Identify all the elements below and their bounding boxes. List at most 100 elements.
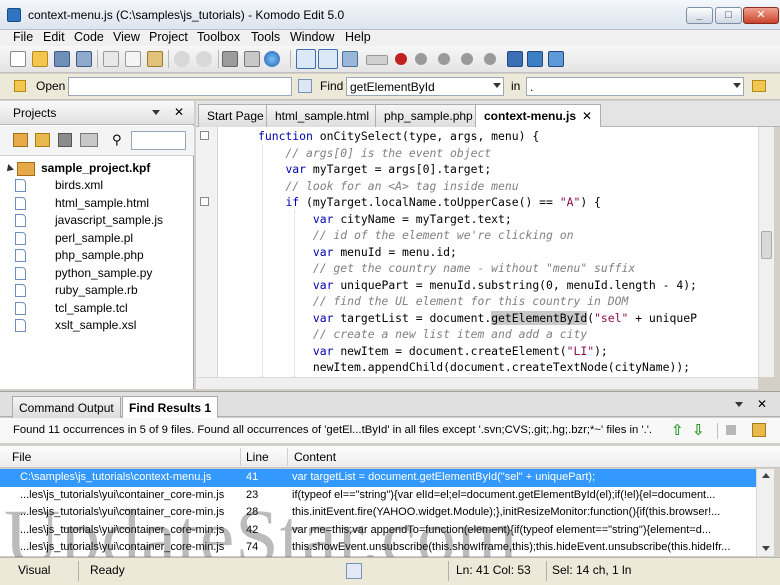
title-bar: context-menu.js (C:\samples\js_tutorials… <box>0 0 780 30</box>
close-tab-icon[interactable]: ✕ <box>582 109 592 123</box>
paste-icon[interactable] <box>147 51 163 67</box>
close-pane-icon[interactable]: ✕ <box>174 105 184 119</box>
chevron-down-icon[interactable] <box>733 83 741 88</box>
result-row[interactable]: ...les\js_tutorials\yui\container_core-m… <box>0 487 756 505</box>
scroll-up-icon[interactable] <box>762 473 770 478</box>
status-mode[interactable]: Visual <box>18 563 50 577</box>
toolbox-icon[interactable] <box>507 51 523 67</box>
editor-vertical-scrollbar[interactable] <box>758 127 774 377</box>
menu-project[interactable]: Project <box>149 30 188 44</box>
stop-search-icon[interactable] <box>726 425 736 435</box>
encoding-icon[interactable] <box>346 563 362 579</box>
browse-folder-icon[interactable] <box>752 80 766 92</box>
menu-file[interactable]: File <box>13 30 33 44</box>
save-all-icon[interactable] <box>76 51 92 67</box>
chevron-down-icon[interactable] <box>735 402 743 407</box>
project-file-item[interactable]: python_sample.py <box>15 265 152 282</box>
tab-html-sample[interactable]: html_sample.html <box>266 104 379 127</box>
close-pane-icon[interactable]: ✕ <box>757 397 767 411</box>
open-input[interactable] <box>68 77 292 96</box>
result-row[interactable]: ...les\js_tutorials\yui\container_core-m… <box>0 522 756 540</box>
project-menu-icon[interactable] <box>80 133 98 147</box>
code-token: cityName = myTarget.text; <box>340 211 512 226</box>
fold-marker-icon[interactable] <box>200 131 209 140</box>
results-scrollbar[interactable] <box>756 469 774 556</box>
scrollbar-thumb[interactable] <box>761 231 772 259</box>
code-token: onCitySelect(type, args, menu) { <box>319 129 540 143</box>
browser-preview-icon[interactable] <box>264 51 280 67</box>
cut-icon[interactable] <box>103 51 119 67</box>
menu-view[interactable]: View <box>113 30 140 44</box>
result-row[interactable]: C:\samples\js_tutorials\context-menu.js … <box>0 469 756 487</box>
column-line[interactable]: Line <box>246 450 269 464</box>
result-row[interactable]: ...les\js_tutorials\yui\container_core-m… <box>0 539 756 556</box>
scroll-down-icon[interactable] <box>762 546 770 551</box>
copy-icon[interactable] <box>125 51 141 67</box>
close-window-button[interactable]: ✕ <box>743 7 779 24</box>
project-file-item[interactable]: perl_sample.pl <box>15 230 133 247</box>
editor-horizontal-scrollbar[interactable] <box>196 377 758 389</box>
save-macro-icon[interactable] <box>484 53 496 65</box>
chevron-down-icon[interactable] <box>493 83 501 88</box>
new-file-icon[interactable] <box>10 51 26 67</box>
save-icon[interactable] <box>54 51 70 67</box>
stop-icon[interactable] <box>415 53 427 65</box>
next-result-icon[interactable]: ⇩ <box>692 421 705 439</box>
tools-icon[interactable] <box>548 51 564 67</box>
project-name[interactable]: sample_project.kpf <box>41 161 150 175</box>
column-file[interactable]: File <box>12 450 31 464</box>
project-file-item[interactable]: html_sample.html <box>15 195 149 212</box>
tab-context-menu[interactable]: context-menu.js ✕ <box>475 104 602 128</box>
code-token: var <box>312 343 341 358</box>
toggle-left-pane-icon[interactable] <box>296 49 316 69</box>
minimize-button[interactable]: _ <box>686 7 713 24</box>
pause-icon[interactable] <box>438 53 450 65</box>
expand-arrow-icon[interactable] <box>4 164 14 174</box>
print-preview-icon[interactable] <box>244 51 260 67</box>
code-editor[interactable]: function onCitySelect(type, args, menu) … <box>196 127 758 377</box>
tab-find-results[interactable]: Find Results 1 <box>122 396 219 418</box>
redo-icon[interactable] <box>196 51 212 67</box>
print-icon[interactable] <box>222 51 238 67</box>
open-project-icon[interactable] <box>35 133 50 147</box>
project-file-item[interactable]: php_sample.php <box>15 247 144 264</box>
menu-toolbox[interactable]: Toolbox <box>197 30 240 44</box>
open-folder-icon[interactable] <box>32 51 48 67</box>
menu-code[interactable]: Code <box>74 30 104 44</box>
menu-edit[interactable]: Edit <box>43 30 65 44</box>
toggle-bottom-pane-icon[interactable] <box>318 49 338 69</box>
tab-php-sample[interactable]: php_sample.php <box>375 104 482 127</box>
tab-command-output[interactable]: Command Output <box>12 396 121 418</box>
maximize-button[interactable]: □ <box>715 7 742 24</box>
project-filter-input[interactable] <box>131 131 186 150</box>
save-project-icon[interactable] <box>58 133 72 147</box>
menu-help[interactable]: Help <box>345 30 371 44</box>
search-location-input[interactable]: . <box>526 77 744 96</box>
fold-marker-icon[interactable] <box>200 197 209 206</box>
project-file-item[interactable]: ruby_sample.rb <box>15 282 138 299</box>
menu-window[interactable]: Window <box>290 30 334 44</box>
toggle-right-pane-icon[interactable] <box>342 51 358 67</box>
find-input[interactable]: getElementById <box>346 77 504 96</box>
macro-dropdown-icon[interactable] <box>366 55 388 65</box>
record-macro-icon[interactable] <box>395 53 407 65</box>
project-file-item[interactable]: javascript_sample.js <box>15 212 163 229</box>
project-file-item[interactable]: xslt_sample.xsl <box>15 317 136 334</box>
lock-icon[interactable] <box>752 423 766 437</box>
project-file-item[interactable]: birds.xml <box>15 177 103 194</box>
selection-info: Sel: 14 ch, 1 ln <box>552 563 632 577</box>
undo-icon[interactable] <box>174 51 190 67</box>
tab-start-page[interactable]: Start Page <box>198 104 273 127</box>
previous-result-icon[interactable]: ⇧ <box>671 421 684 439</box>
play-icon[interactable] <box>461 53 473 65</box>
project-file-item[interactable]: tcl_sample.tcl <box>15 300 128 317</box>
find-input-value: getElementById <box>350 80 435 94</box>
column-content[interactable]: Content <box>294 450 336 464</box>
new-project-icon[interactable] <box>13 133 28 147</box>
result-row[interactable]: ...les\js_tutorials\yui\container_core-m… <box>0 504 756 522</box>
menu-tools[interactable]: Tools <box>251 30 280 44</box>
chevron-down-icon[interactable] <box>152 110 160 115</box>
cube-icon[interactable] <box>527 51 543 67</box>
